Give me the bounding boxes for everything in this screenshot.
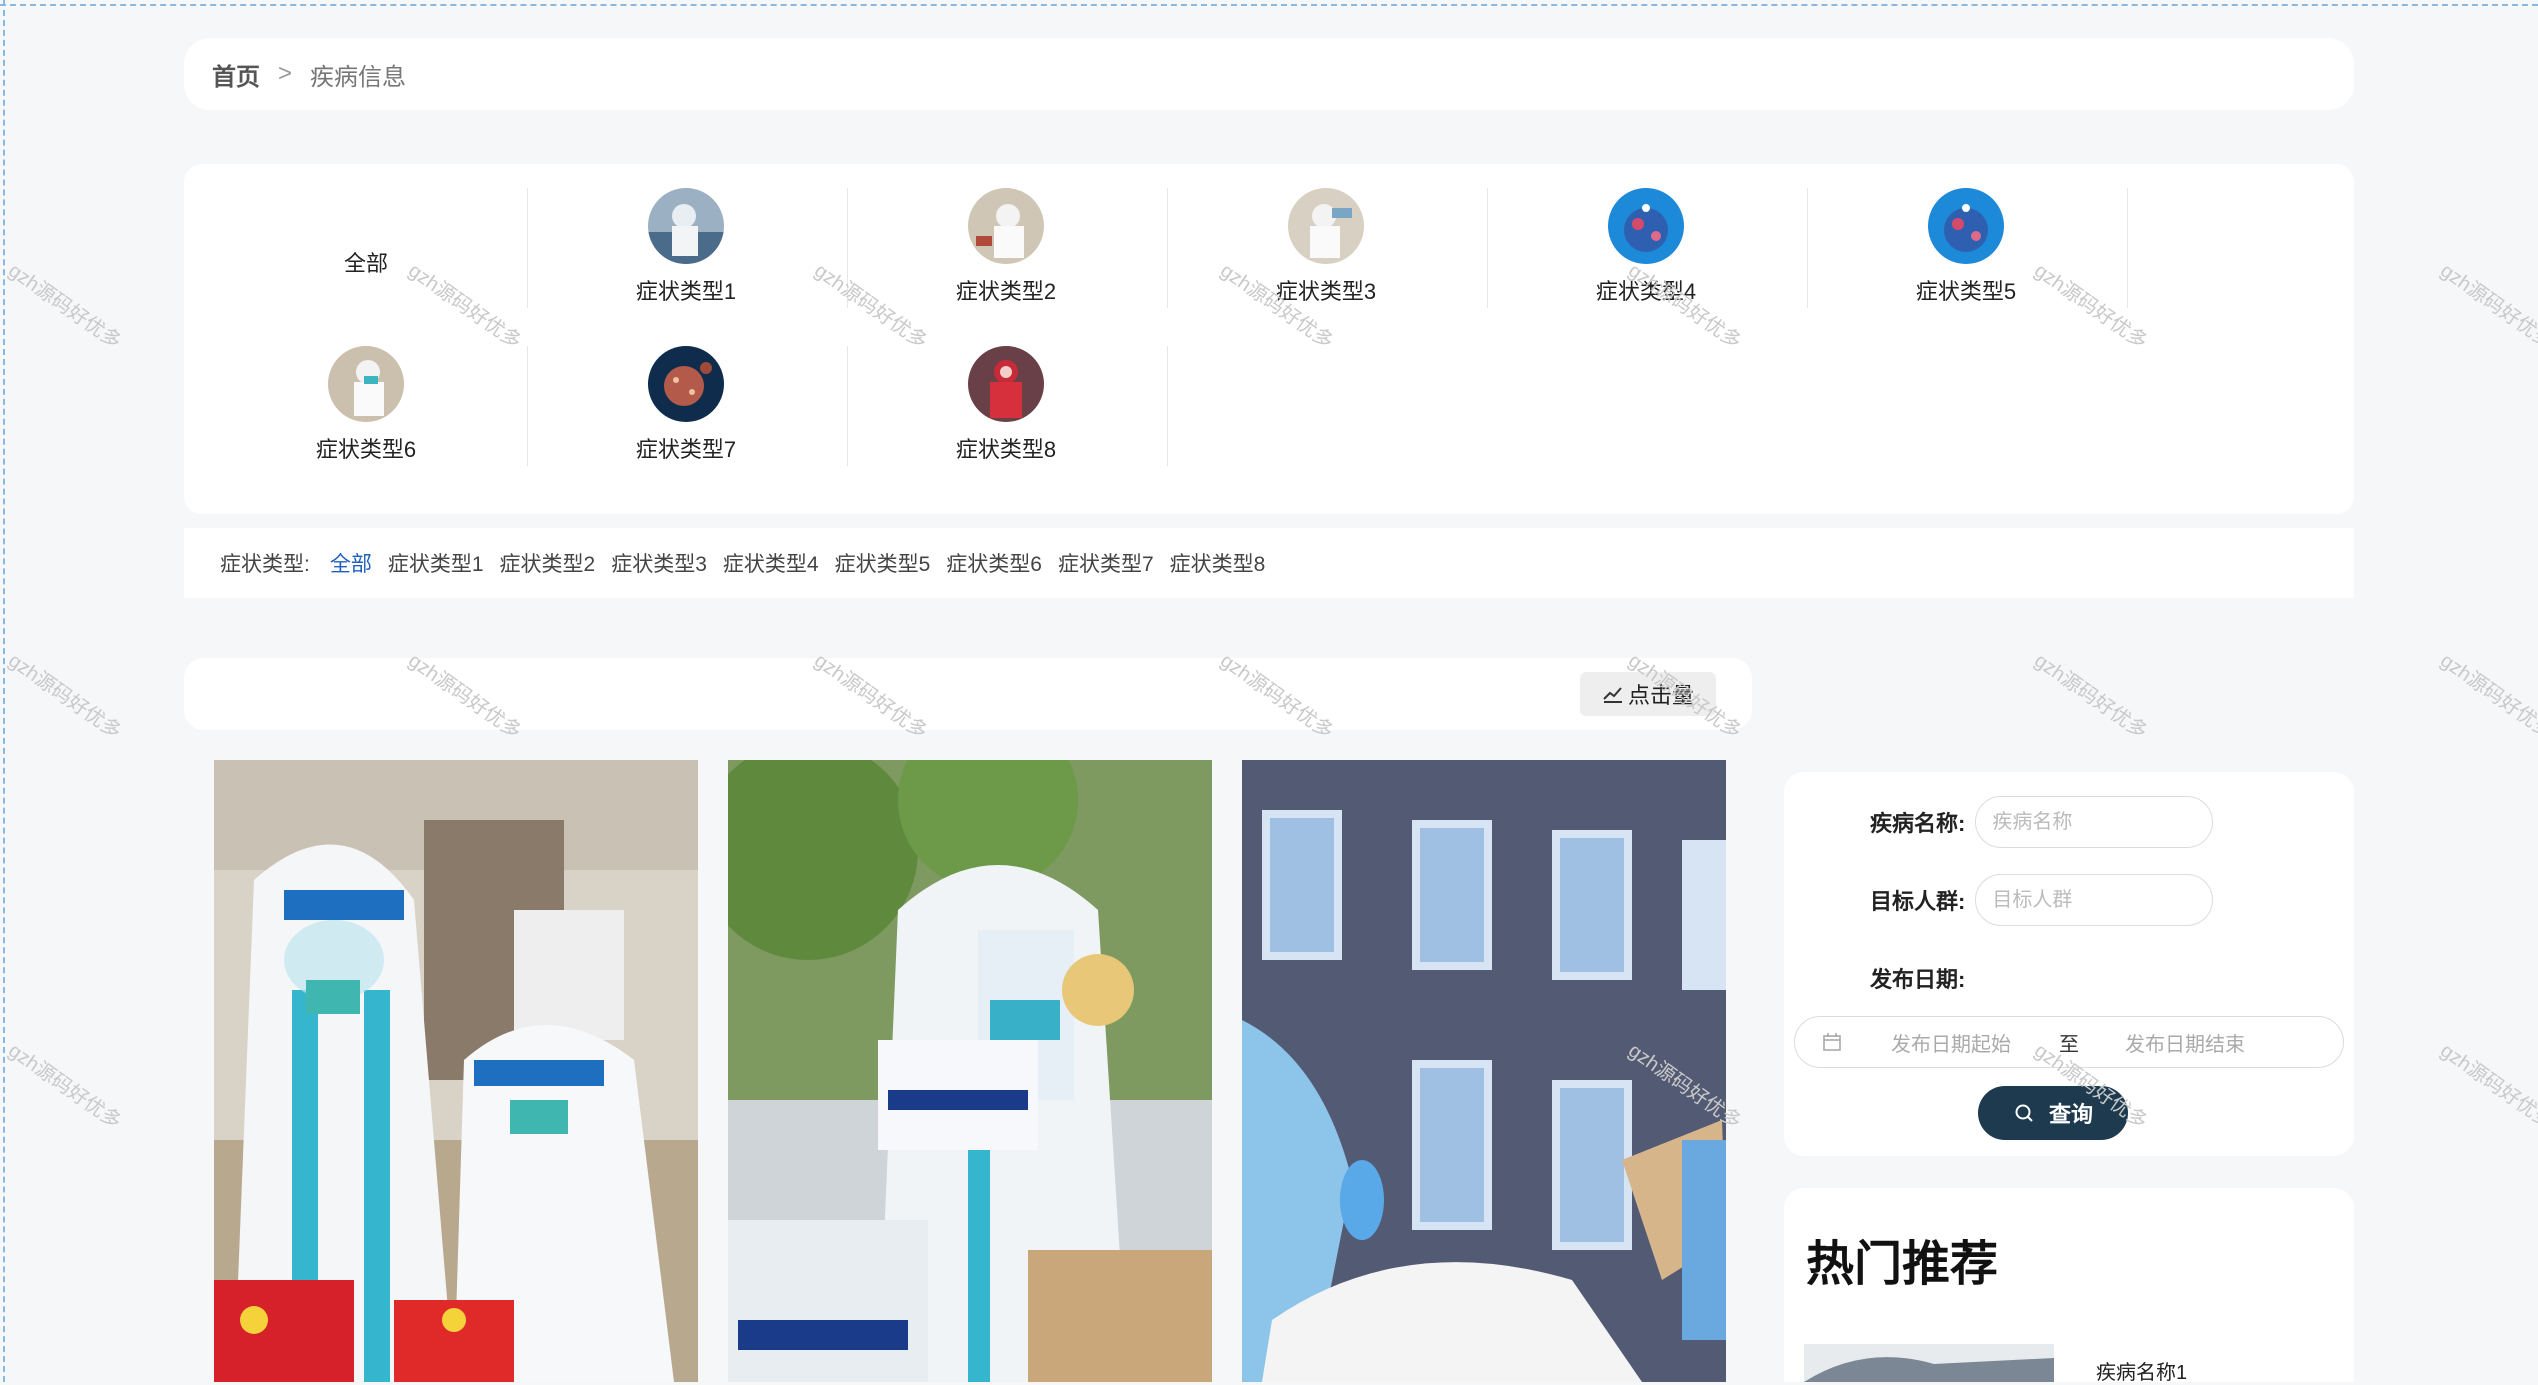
category-label: 全部 xyxy=(343,251,388,276)
date-start-input[interactable]: 发布日期起始 xyxy=(1891,1028,2011,1057)
category-5[interactable]: 症状类型5 xyxy=(1806,186,2126,306)
filter-option-4[interactable]: 症状类型4 xyxy=(723,548,819,578)
disease-card-image[interactable] xyxy=(728,760,1212,1382)
virus-globe-avatar-icon xyxy=(1928,188,2004,264)
calendar-icon xyxy=(1823,1033,1841,1051)
medical-staff-avatar-icon xyxy=(1288,188,1364,264)
breadcrumb: 首页 > 疾病信息 xyxy=(184,38,2354,110)
medical-staff-avatar-icon xyxy=(648,188,724,264)
search-panel: 疾病名称: 目标人群: 发布日期: 发布日期起始 至 发布日期结束 查询 xyxy=(1784,772,2354,1156)
category-8[interactable]: 症状类型8 xyxy=(846,344,1166,464)
category-label: 症状类型7 xyxy=(635,437,737,462)
frame-top-line xyxy=(0,4,2538,6)
hot-item-photo xyxy=(1804,1344,2054,1382)
publish-date-row: 发布日期: xyxy=(1870,962,1965,994)
virus-avatar-icon xyxy=(648,346,724,422)
category-label: 症状类型6 xyxy=(315,437,417,462)
category-6[interactable]: 症状类型6 xyxy=(206,344,526,464)
medical-staff-avatar-icon xyxy=(968,188,1044,264)
filter-option-7[interactable]: 症状类型7 xyxy=(1058,548,1154,578)
hot-item-title[interactable]: 疾病名称1 xyxy=(2096,1356,2187,1385)
medical-staff-red-avatar-icon xyxy=(968,346,1044,422)
category-grid: 全部 症状类型1 症状类型2 症状类型3 症状类型4 症状类型5 症状类型6 症… xyxy=(184,164,2354,514)
trend-icon xyxy=(1603,687,1622,703)
filter-option-all[interactable]: 全部 xyxy=(330,548,372,578)
disease-name-input[interactable] xyxy=(1975,796,2214,848)
disease-name-label: 疾病名称: xyxy=(1870,811,1966,836)
medical-worker-boxes-photo xyxy=(728,760,1212,1382)
target-crowd-row: 目标人群: xyxy=(1870,874,2214,926)
watermark-text: gzh源码好优多 xyxy=(2436,259,2538,354)
publish-date-range[interactable]: 发布日期起始 至 发布日期结束 xyxy=(1794,1016,2344,1068)
filter-option-5[interactable]: 症状类型5 xyxy=(835,548,931,578)
disease-name-row: 疾病名称: xyxy=(1870,796,2214,848)
hot-recommendations: 热门推荐 疾病名称1 xyxy=(1784,1188,2354,1385)
date-range-separator: 至 xyxy=(2059,1033,2079,1056)
patient-transfer-photo xyxy=(1242,760,1726,1382)
category-label: 症状类型1 xyxy=(635,279,737,304)
category-label: 症状类型2 xyxy=(955,279,1057,304)
category-label: 症状类型5 xyxy=(1915,279,2017,304)
target-crowd-input[interactable] xyxy=(1975,874,2214,926)
symptom-type-filter: 症状类型: 全部 症状类型1 症状类型2 症状类型3 症状类型4 症状类型5 症… xyxy=(184,528,2354,598)
hot-title: 热门推荐 xyxy=(1806,1238,1999,1291)
search-icon xyxy=(2015,1104,2033,1122)
divider xyxy=(2127,188,2128,308)
watermark-text: gzh源码好优多 xyxy=(2436,649,2538,744)
watermark-text: gzh源码好优多 xyxy=(4,259,126,354)
filter-option-6[interactable]: 症状类型6 xyxy=(946,548,1042,578)
disease-card-image[interactable] xyxy=(214,760,698,1382)
query-button[interactable]: 查询 xyxy=(1978,1086,2128,1140)
category-all[interactable]: 全部 xyxy=(206,186,526,306)
watermark-text: gzh源码好优多 xyxy=(2436,1039,2538,1134)
filter-option-2[interactable]: 症状类型2 xyxy=(500,548,596,578)
divider xyxy=(1167,346,1168,466)
frame-left-line xyxy=(3,0,5,1382)
breadcrumb-current: 疾病信息 xyxy=(310,63,407,91)
category-label: 症状类型4 xyxy=(1595,279,1697,304)
sort-label: 点击量 xyxy=(1627,683,1694,708)
category-2[interactable]: 症状类型2 xyxy=(846,186,1166,306)
medical-staff-avatar-icon xyxy=(328,346,404,422)
query-button-label: 查询 xyxy=(2048,1102,2093,1127)
sort-bar: 点击量 xyxy=(184,658,1752,730)
medical-workers-photo xyxy=(214,760,698,1382)
filter-option-1[interactable]: 症状类型1 xyxy=(388,548,484,578)
category-1[interactable]: 症状类型1 xyxy=(526,186,846,306)
watermark-text: gzh源码好优多 xyxy=(4,1039,126,1134)
category-7[interactable]: 症状类型7 xyxy=(526,344,846,464)
category-label: 症状类型3 xyxy=(1275,279,1377,304)
breadcrumb-home[interactable]: 首页 xyxy=(212,57,260,92)
virus-globe-avatar-icon xyxy=(1608,188,1684,264)
publish-date-label: 发布日期: xyxy=(1870,967,1966,992)
date-end-input[interactable]: 发布日期结束 xyxy=(2125,1028,2245,1057)
category-label: 症状类型8 xyxy=(955,437,1057,462)
filter-option-8[interactable]: 症状类型8 xyxy=(1170,548,1266,578)
target-crowd-label: 目标人群: xyxy=(1870,889,1966,914)
watermark-text: gzh源码好优多 xyxy=(2030,649,2152,744)
category-4[interactable]: 症状类型4 xyxy=(1486,186,1806,306)
hot-item-thumbnail[interactable] xyxy=(1804,1344,2054,1382)
watermark-text: gzh源码好优多 xyxy=(4,649,126,744)
filter-label: 症状类型: xyxy=(220,553,310,576)
category-3[interactable]: 症状类型3 xyxy=(1166,186,1486,306)
breadcrumb-separator: > xyxy=(278,60,293,87)
sort-by-clicks-button[interactable]: 点击量 xyxy=(1579,672,1716,716)
disease-card-image[interactable] xyxy=(1242,760,1726,1382)
filter-option-3[interactable]: 症状类型3 xyxy=(611,548,707,578)
